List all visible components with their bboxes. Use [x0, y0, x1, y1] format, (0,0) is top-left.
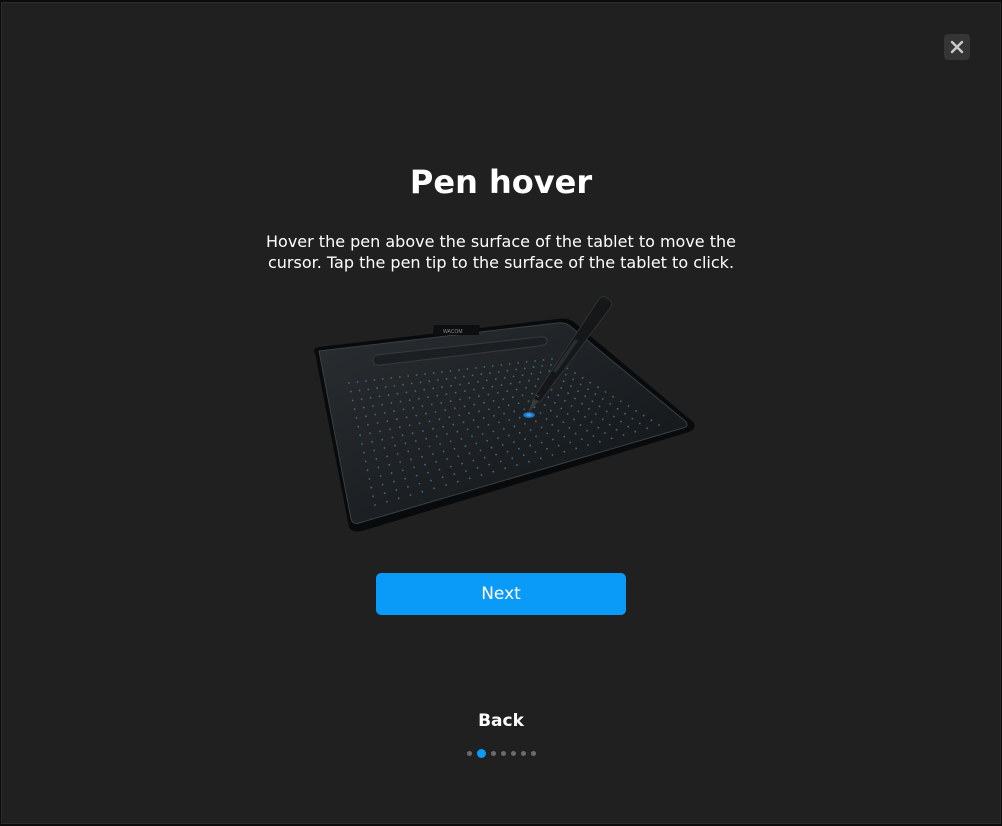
- pagination-dot: [490, 751, 496, 756]
- close-icon: [950, 40, 964, 54]
- pen-tablet-illustration: WACOM: [313, 296, 695, 532]
- pagination-dot: [520, 751, 526, 756]
- pagination-dot: [530, 751, 536, 756]
- onboarding-dialog: Pen hover Hover the pen above the surfac…: [1, 2, 1001, 824]
- tablet-brand: WACOM: [443, 329, 463, 335]
- back-button[interactable]: Back: [2, 711, 1000, 731]
- page-title: Pen hover: [409, 163, 593, 201]
- next-button[interactable]: Next: [376, 573, 626, 615]
- pen-tip-glow: [523, 412, 535, 418]
- instruction-text: Hover the pen above the surface of the t…: [266, 232, 736, 272]
- pagination-dots: [2, 749, 1000, 758]
- pagination-dot: [510, 751, 516, 756]
- pagination-dot: [466, 751, 472, 756]
- pagination-dot: [476, 749, 486, 758]
- close-button[interactable]: [944, 34, 970, 60]
- tablet-surface: [318, 322, 688, 524]
- pagination-dot: [500, 751, 506, 756]
